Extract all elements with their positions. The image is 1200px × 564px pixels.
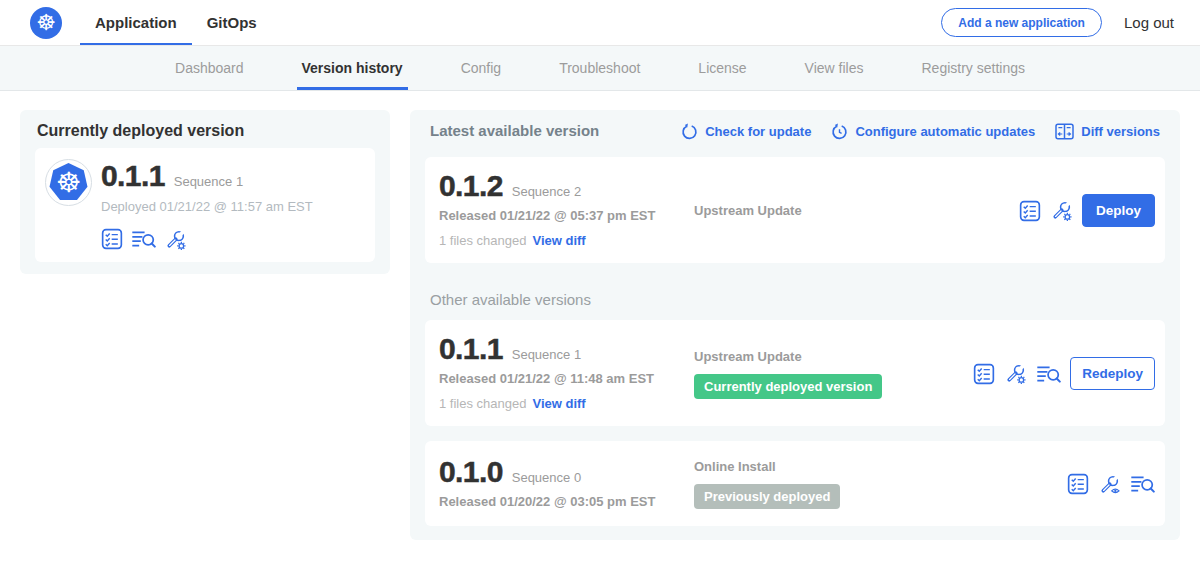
version-label: 0.1.2 [439,173,503,198]
config-icon[interactable] [164,228,187,251]
diff-versions-link[interactable]: Diff versions [1055,123,1160,140]
app-subnav: Dashboard Version history Config Trouble… [0,46,1200,91]
version-card: 0.1.1 Sequence 1 Released 01/21/22 @ 11:… [425,320,1165,426]
subnav-registry-settings[interactable]: Registry settings [893,46,1054,90]
view-diff-link[interactable]: View diff [532,233,585,248]
released-timestamp: Released 01/20/22 @ 03:05 pm EST [439,494,694,509]
deploy-logs-icon[interactable] [1130,473,1155,495]
deployed-timestamp: Deployed 01/21/22 @ 11:57 am EST [101,199,313,214]
subnav-config[interactable]: Config [432,46,530,90]
view-diff-link[interactable]: View diff [532,396,585,411]
version-source-label: Upstream Update [694,349,802,364]
subnav-troubleshoot[interactable]: Troubleshoot [530,46,669,90]
sequence-label: Sequence 2 [512,184,581,199]
logout-button[interactable]: Log out [1124,14,1174,31]
deploy-logs-icon[interactable] [1036,363,1061,385]
subnav-license[interactable]: License [669,46,775,90]
currently-deployed-panel: Currently deployed version ☸ 0.1.1 Seque… [20,110,390,274]
released-timestamp: Released 01/21/22 @ 05:37 pm EST [439,208,694,223]
deploy-logs-icon[interactable] [131,228,156,251]
release-notes-icon[interactable] [1019,200,1041,222]
latest-version-title: Latest available version [430,122,599,140]
other-versions-title: Other available versions [430,292,1160,307]
version-card: 0.1.2 Sequence 2 Released 01/21/22 @ 05:… [425,157,1165,263]
previously-deployed-badge: Previously deployed [694,484,840,509]
subnav-version-history[interactable]: Version history [273,46,432,90]
version-label: 0.1.0 [439,459,503,484]
configure-automatic-updates-link[interactable]: Configure automatic updates [831,123,1035,140]
diff-icon [1055,123,1074,140]
tab-application[interactable]: Application [80,0,192,45]
release-notes-icon[interactable] [973,363,995,385]
top-navbar: ☸ Application GitOps Add a new applicati… [0,0,1200,46]
deployed-panel-title: Currently deployed version [37,122,375,140]
tab-gitops-label: GitOps [207,14,257,31]
app-logo-icon: ☸ [45,159,92,206]
release-notes-icon[interactable] [101,228,123,251]
files-changed-label: 1 files changed [439,396,526,411]
release-notes-icon[interactable] [1067,473,1089,495]
tab-application-label: Application [95,14,177,31]
check-for-update-link[interactable]: Check for update [681,123,811,140]
navbar-right: Add a new application Log out [941,8,1174,37]
config-icon[interactable] [1004,362,1027,385]
version-history-panel: Latest available version Check for updat… [410,110,1180,540]
sequence-label: Sequence 0 [512,470,581,485]
tab-gitops[interactable]: GitOps [192,0,272,45]
refresh-icon [681,123,698,140]
version-label: 0.1.1 [439,336,503,361]
app-tabs: Application GitOps [80,0,272,45]
deployed-version-label: 0.1.1 [101,163,165,188]
deployed-sequence-label: Sequence 1 [174,174,243,189]
currently-deployed-badge: Currently deployed version [694,374,882,399]
released-timestamp: Released 01/21/22 @ 11:48 am EST [439,371,694,386]
sequence-label: Sequence 1 [512,347,581,362]
version-source-label: Online Install [694,459,776,474]
deployed-version-card: ☸ 0.1.1 Sequence 1 Deployed 01/21/22 @ 1… [35,148,375,262]
version-card: 0.1.0 Sequence 0 Released 01/20/22 @ 03:… [425,441,1165,526]
config-icon[interactable] [1050,199,1073,222]
kubernetes-logo-icon: ☸ [30,7,62,39]
redeploy-button[interactable]: Redeploy [1070,357,1155,390]
deploy-button[interactable]: Deploy [1082,194,1155,227]
subnav-view-files[interactable]: View files [776,46,893,90]
version-source-label: Upstream Update [694,203,802,218]
view-config-icon[interactable] [1098,473,1121,496]
main-content: Currently deployed version ☸ 0.1.1 Seque… [0,91,1200,560]
subnav-dashboard[interactable]: Dashboard [146,46,273,90]
schedule-update-icon [831,123,848,140]
files-changed-label: 1 files changed [439,233,526,248]
add-application-button[interactable]: Add a new application [941,8,1102,37]
